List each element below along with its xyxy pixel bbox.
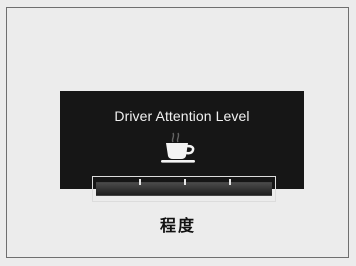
meter-tick: [229, 179, 231, 185]
display-title: Driver Attention Level: [114, 108, 250, 124]
meter-tick: [139, 179, 141, 185]
attention-level-meter: [92, 176, 276, 202]
meter-track: [96, 179, 272, 196]
figure-caption: 程度: [159, 218, 196, 235]
meter-tick: [184, 179, 186, 185]
coffee-cup-icon: [161, 143, 195, 163]
